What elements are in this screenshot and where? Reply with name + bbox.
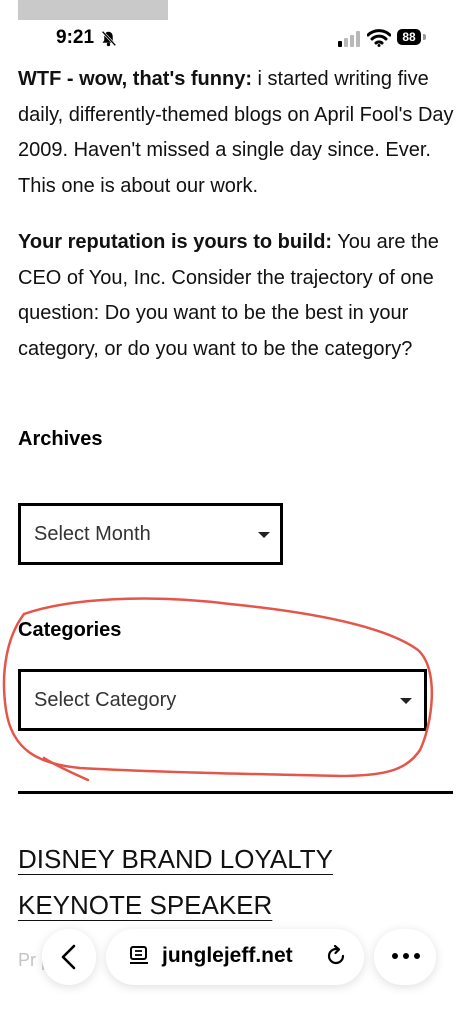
categories-select-label: Select Category [34, 689, 177, 711]
caret-down-icon [400, 698, 412, 704]
caret-down-icon [258, 532, 270, 538]
more-icon [392, 953, 420, 959]
cellular-signal-icon [338, 31, 360, 47]
intro-paragraph-1: WTF - wow, that's funny: i started writi… [18, 62, 458, 204]
paragraph-title: Your reputation is yours to build: [18, 231, 333, 253]
battery-level: 88 [397, 29, 421, 45]
categories-title: Categories [18, 619, 122, 641]
status-time: 9:21 [56, 27, 95, 48]
top-gray-strip [18, 0, 168, 20]
section-divider [18, 791, 453, 794]
back-button[interactable] [42, 929, 96, 985]
archives-select-label: Select Month [34, 523, 151, 545]
categories-select[interactable]: Select Category [18, 669, 427, 731]
archives-select[interactable]: Select Month [18, 503, 283, 565]
wifi-icon [367, 29, 391, 47]
more-button[interactable] [374, 929, 436, 985]
sidebar-text: WTF - wow, that's funny: i started writi… [18, 62, 458, 388]
page-menu-icon [130, 946, 148, 964]
paragraph-title: WTF - wow, that's funny: [18, 68, 252, 90]
intro-paragraph-2: Your reputation is yours to build: You a… [18, 225, 458, 367]
bell-slash-icon [101, 30, 117, 47]
post-link[interactable]: DISNEY BRAND LOYALTY KEYNOTE SPEAKER [18, 836, 418, 928]
battery-icon: 88 [397, 29, 427, 47]
reload-icon[interactable] [324, 944, 348, 968]
address-bar-url: junglejeff.net [162, 944, 293, 967]
battery-tip [423, 34, 426, 40]
status-bar: 9:21 88 [0, 22, 471, 56]
address-bar[interactable]: junglejeff.net [106, 929, 364, 985]
archives-title: Archives [18, 428, 103, 450]
chevron-left-icon [61, 944, 76, 970]
